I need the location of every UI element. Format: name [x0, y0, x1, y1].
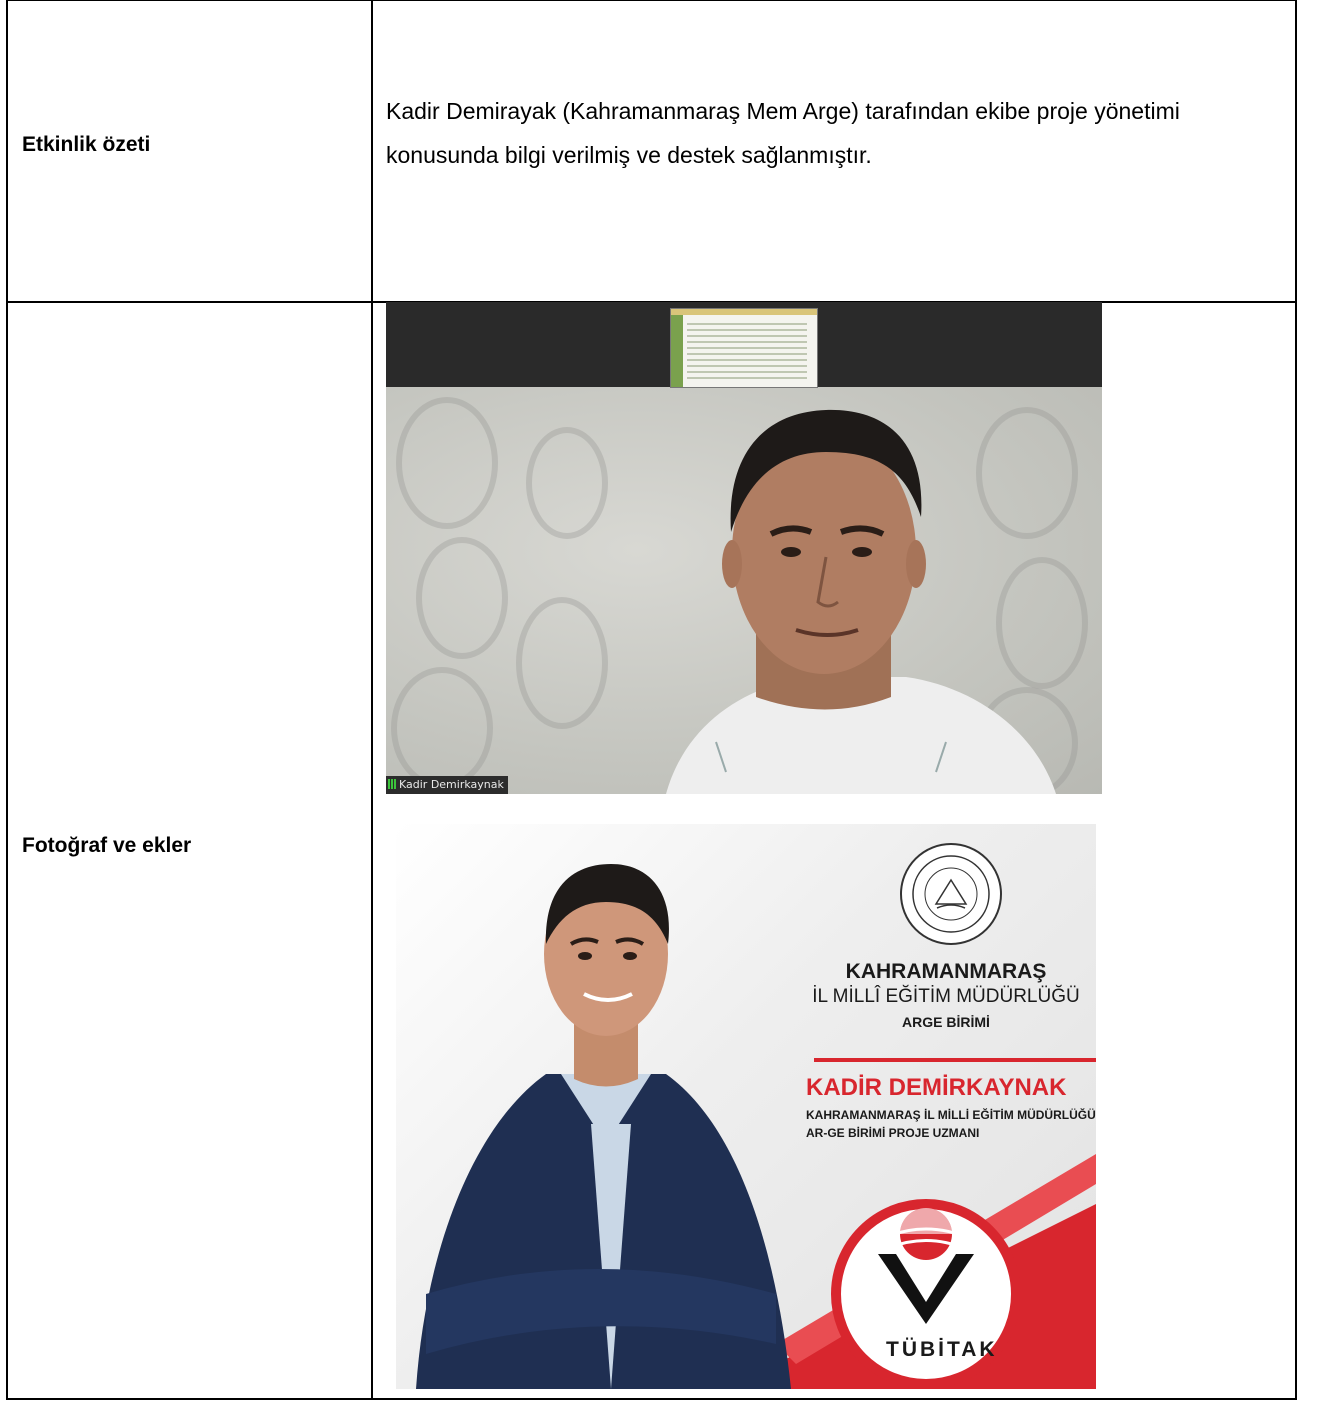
- summary-label: Etkinlik özeti: [22, 133, 151, 156]
- banner-divider: [814, 1058, 1096, 1062]
- profile-banner-photo: KAHRAMANMARAŞ İL MİLLÎ EĞİTİM MÜDÜRLÜĞÜ …: [396, 824, 1096, 1389]
- banner-graphics: [416, 843, 1096, 1389]
- banner-person-name: KADİR DEMİRKAYNAK: [806, 1074, 1067, 1101]
- participant-name: Kadir Demirkaynak: [399, 778, 504, 791]
- banner-city: KAHRAMANMARAŞ: [845, 960, 1047, 983]
- table-row-summary: Etkinlik özeti Kadir Demirayak (Kahraman…: [8, 1, 1295, 303]
- banner-unit: ARGE BİRİMİ: [902, 1014, 990, 1030]
- attachments-label: Fotoğraf ve ekler: [22, 834, 192, 857]
- banner-role-line2: AR-GE BİRİMİ PROJE UZMANI: [806, 1126, 980, 1140]
- screen-share-strip: [386, 302, 1102, 388]
- video-call-photo: Kadir Demirkaynak: [386, 302, 1102, 794]
- document-table: Etkinlik özeti Kadir Demirayak (Kahraman…: [6, 0, 1297, 1400]
- ministry-seal-icon: [900, 843, 1002, 945]
- banner-role-line1: KAHRAMANMARAŞ İL MİLLİ EĞİTİM MÜDÜRLÜĞÜ: [806, 1108, 1096, 1122]
- summary-text: Kadir Demirayak (Kahramanmaraş Mem Arge)…: [386, 98, 1180, 168]
- participant-name-tag: Kadir Demirkaynak: [386, 776, 508, 794]
- shared-document-thumbnail: [670, 308, 818, 388]
- banner-department: İL MİLLÎ EĞİTİM MÜDÜRLÜĞÜ: [812, 986, 1080, 1007]
- tubitak-logo-text: TÜBİTAK: [886, 1338, 998, 1361]
- signal-icon: [388, 779, 396, 789]
